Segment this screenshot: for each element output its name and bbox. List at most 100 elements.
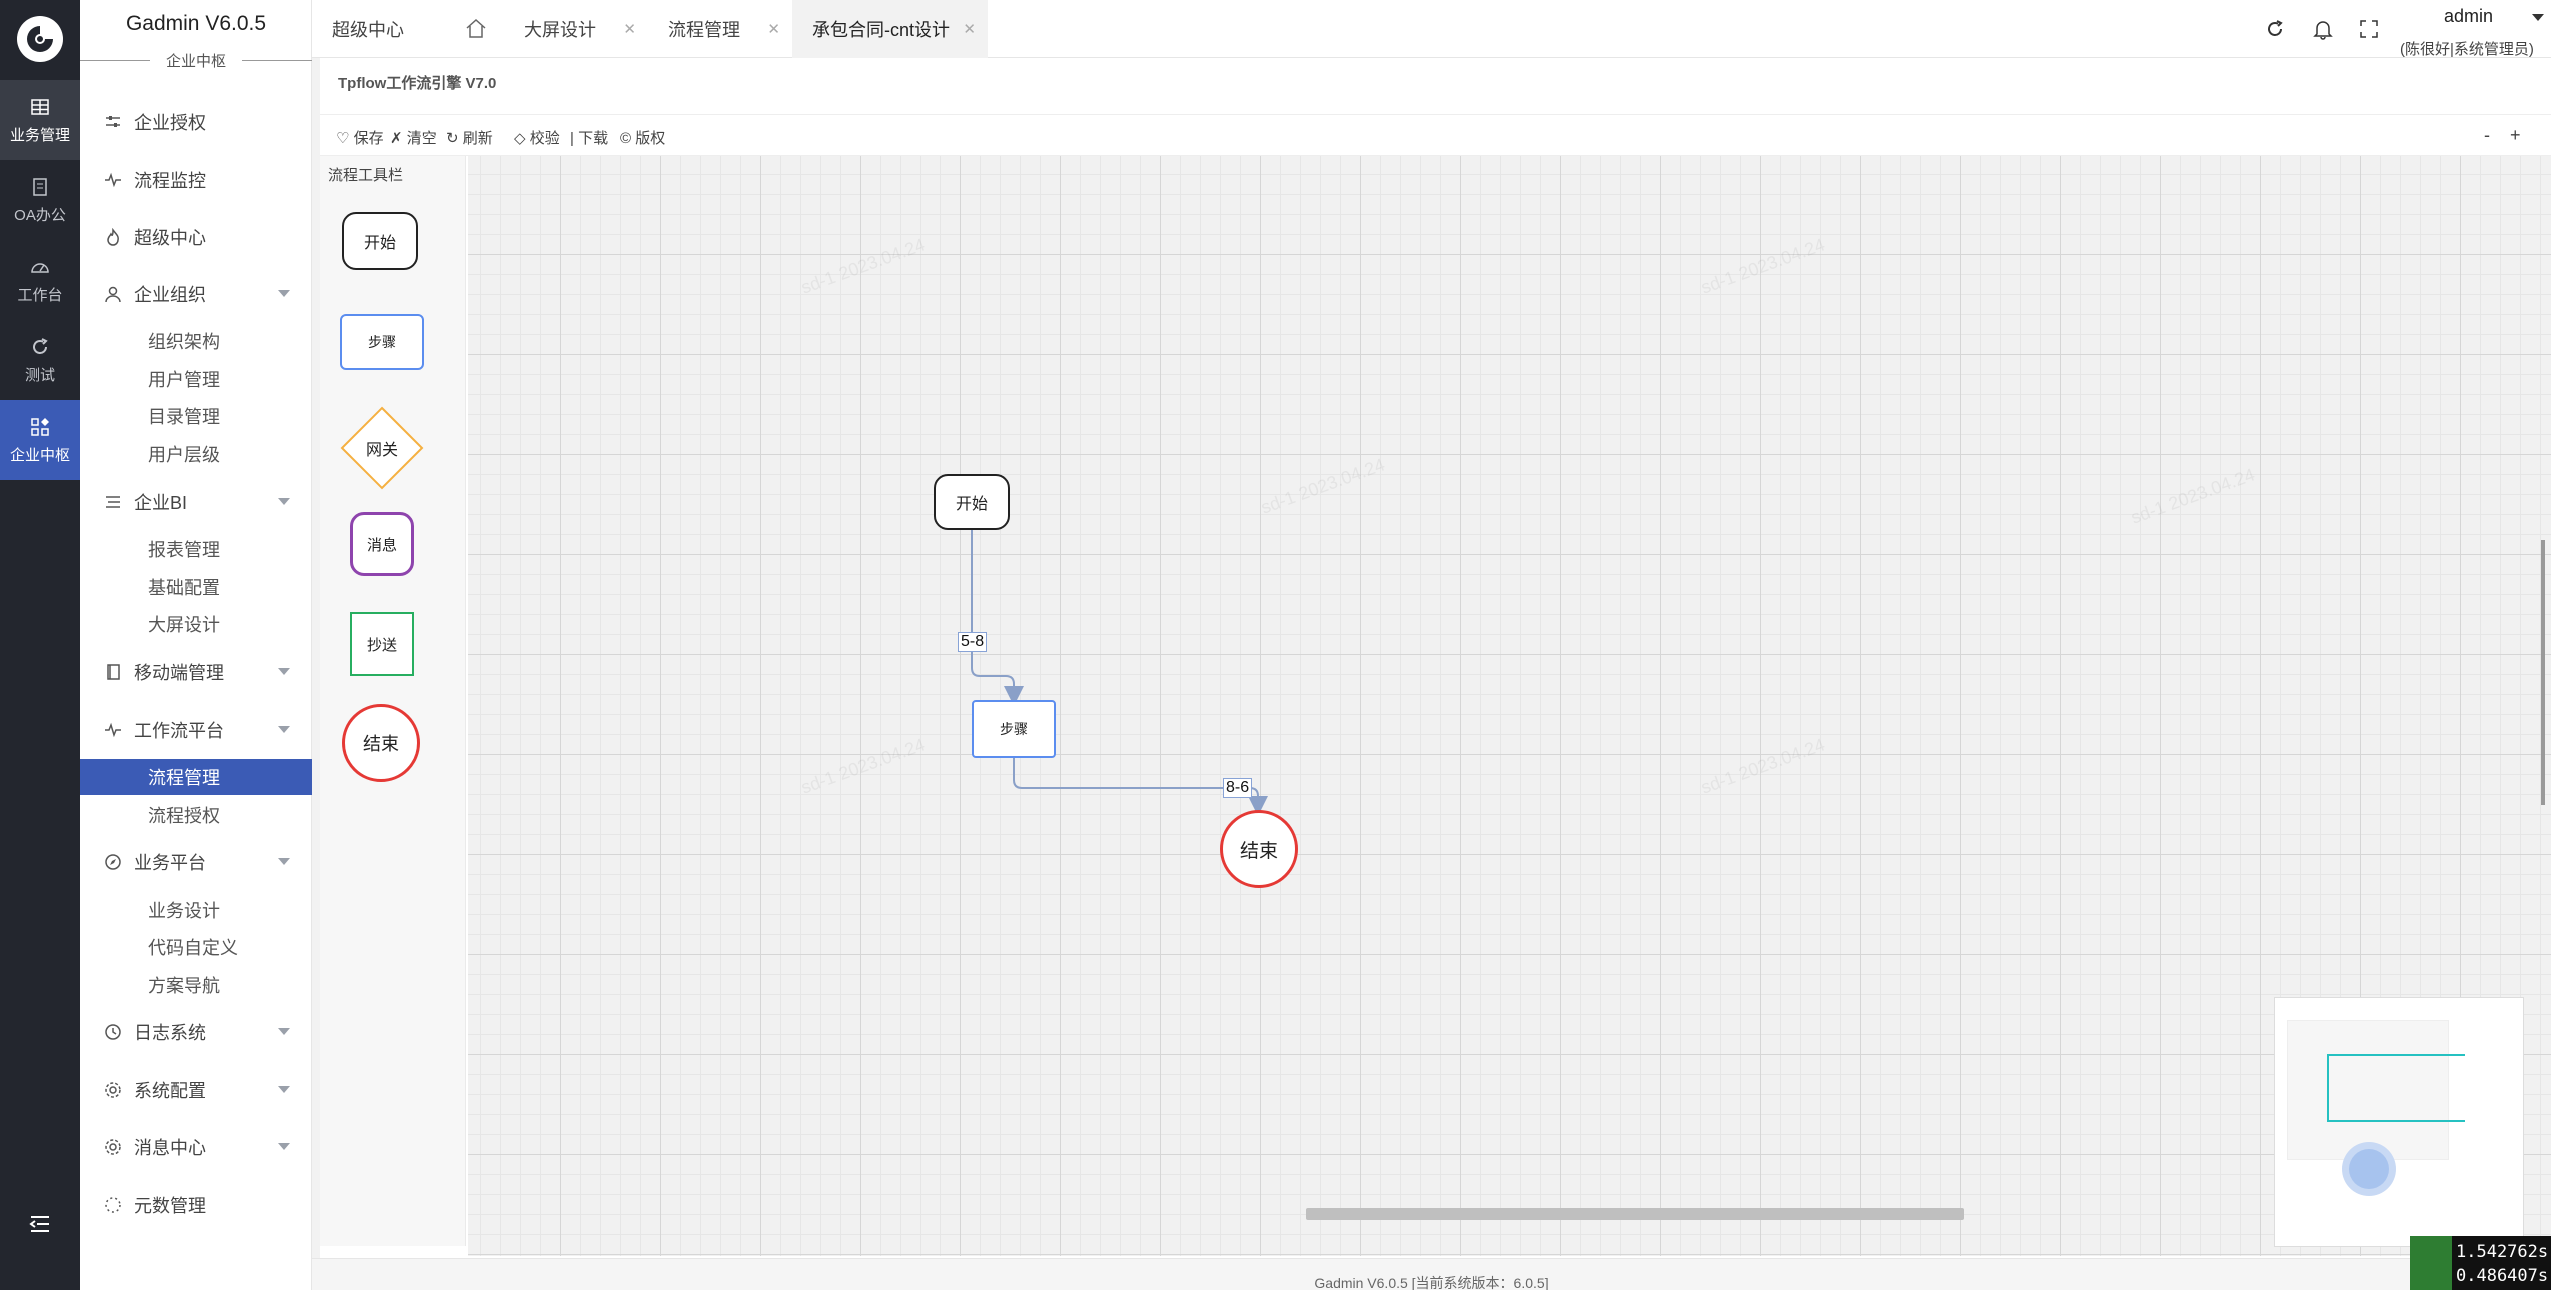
nav-enterprise-org[interactable]: 企业组织 [80, 274, 312, 314]
gear-icon [105, 1139, 121, 1155]
tab-label: 大屏设计 [524, 20, 596, 40]
nav-user-levels[interactable]: 用户层级 [80, 436, 312, 472]
palette-end[interactable]: 结束 [342, 704, 420, 782]
zoom-out-button[interactable]: - [2484, 125, 2490, 146]
tab-super-center[interactable]: 超级中心 [312, 0, 452, 58]
minimap-viewport[interactable] [2327, 1054, 2465, 1122]
nav-bigscreen-design[interactable]: 大屏设计 [80, 606, 312, 642]
book-icon [107, 664, 120, 680]
nav-workflow-platform[interactable]: 工作流平台 [80, 710, 312, 750]
rail-item-oa[interactable]: OA办公 [0, 160, 80, 240]
chevron-down-icon [278, 1143, 290, 1150]
pulse-icon [105, 722, 121, 738]
minimap[interactable] [2274, 997, 2524, 1247]
chevron-down-icon [278, 1086, 290, 1093]
nav-solution-navigation[interactable]: 方案导航 [80, 967, 312, 1003]
user-name[interactable]: admin [2444, 6, 2493, 27]
chevron-down-icon [278, 1028, 290, 1035]
nav-report-management[interactable]: 报表管理 [80, 531, 312, 567]
fullscreen-icon[interactable] [2358, 18, 2380, 40]
tab-bar: 超级中心 大屏设计 ✕ 流程管理 ✕ 承包合同-cnt设计 ✕ [312, 0, 2551, 58]
nav-business-platform[interactable]: 业务平台 [80, 842, 312, 882]
menu-collapse-icon[interactable] [28, 1212, 52, 1236]
validate-button[interactable]: ◇ 校验 [514, 127, 560, 148]
nav-directory-management[interactable]: 目录管理 [80, 398, 312, 434]
gear-icon [105, 1082, 121, 1098]
rail-item-workbench[interactable]: 工作台 [0, 240, 80, 320]
close-icon[interactable]: ✕ [963, 20, 976, 38]
nav-enterprise-bi[interactable]: 企业BI [80, 482, 312, 522]
nav-custom-code[interactable]: 代码自定义 [80, 929, 312, 965]
edge-label[interactable]: 8-6 [1223, 778, 1253, 798]
nav-user-management[interactable]: 用户管理 [80, 361, 312, 397]
flow-node-start[interactable]: 开始 [934, 474, 1010, 530]
home-icon[interactable] [464, 17, 488, 41]
nav-process-authorization[interactable]: 流程授权 [80, 797, 312, 833]
save-button[interactable]: ♡ 保存 [336, 127, 384, 148]
nav-super-center[interactable]: 超级中心 [80, 217, 312, 257]
close-icon[interactable]: ✕ [767, 20, 780, 38]
edge-label[interactable]: 5-8 [958, 632, 988, 652]
bell-icon[interactable] [2312, 18, 2334, 40]
nav-log-system[interactable]: 日志系统 [80, 1012, 312, 1052]
loading-icon [105, 1197, 121, 1213]
nav-base-config[interactable]: 基础配置 [80, 569, 312, 605]
nav-enterprise-auth[interactable]: 企业授权 [80, 102, 312, 142]
palette-label: 网关 [365, 442, 398, 459]
rail-item-label: 业务管理 [9, 126, 70, 144]
download-button[interactable]: | 下载 [570, 127, 608, 148]
flow-edge-start-step[interactable] [971, 528, 1024, 706]
designer-toolbar: ♡ 保存 ✗ 清空 ↻ 刷新 ◇ 校验 | 下载 © 版权 - + [320, 114, 2551, 156]
tab-bigscreen-design[interactable]: 大屏设计 ✕ [504, 0, 648, 58]
engine-title: Tpflow工作流引擎 V7.0 [338, 75, 497, 92]
close-icon[interactable]: ✕ [623, 20, 636, 38]
user-icon [105, 286, 121, 303]
palette-gateway[interactable]: 网关 [340, 406, 424, 490]
nav-mobile-management[interactable]: 移动端管理 [80, 652, 312, 692]
refresh-button[interactable]: ↻ 刷新 [446, 127, 493, 148]
palette-message[interactable]: 消息 [350, 512, 414, 576]
palette-step[interactable]: 步骤 [340, 314, 424, 370]
chevron-down-icon [278, 858, 290, 865]
nav-process-management[interactable]: 流程管理 [80, 759, 312, 795]
flow-node-end[interactable]: 结束 [1220, 810, 1298, 888]
palette-start[interactable]: 开始 [342, 212, 418, 270]
rail-item-label: 企业中枢 [9, 446, 70, 464]
nav-label: 代码自定义 [148, 938, 238, 958]
nav-label: 元数管理 [134, 1196, 206, 1216]
chevron-down-icon [278, 668, 290, 675]
flow-canvas[interactable]: sd-1 2023.04.24 sd-1 2023.04.24 sd-1 202… [468, 156, 2551, 1256]
nav-system-config[interactable]: 系统配置 [80, 1070, 312, 1110]
zoom-in-button[interactable]: + [2510, 125, 2521, 146]
nav-org-structure[interactable]: 组织架构 [80, 323, 312, 359]
horizontal-scrollbar[interactable] [1306, 1208, 1964, 1220]
flow-edge-step-end[interactable] [1013, 756, 1268, 816]
palette-label: 步骤 [368, 334, 396, 350]
user-role: (陈很好|系统管理员) [2400, 41, 2534, 58]
app-logo[interactable] [17, 16, 63, 62]
nav-label: 用户管理 [148, 370, 220, 390]
nav-label: 流程管理 [148, 768, 220, 788]
flow-node-step[interactable]: 步骤 [972, 700, 1056, 758]
tab-process-management[interactable]: 流程管理 ✕ [648, 0, 792, 58]
nav-label: 企业组织 [134, 285, 206, 305]
nav-message-center[interactable]: 消息中心 [80, 1127, 312, 1167]
vertical-scrollbar[interactable] [2541, 540, 2545, 805]
minimap-handle[interactable] [2342, 1142, 2396, 1196]
rail-item-business[interactable]: 业务管理 [0, 80, 80, 160]
rail-item-enterprise-hub[interactable]: 企业中枢 [0, 400, 80, 480]
logo-icon [27, 26, 53, 52]
nav-metadata-management[interactable]: 元数管理 [80, 1185, 312, 1225]
perf-badge: 1.542762s 0.486407s [2410, 1236, 2551, 1290]
nav-label: 方案导航 [148, 976, 220, 996]
chevron-down-icon[interactable] [2532, 14, 2544, 21]
nav-process-monitor[interactable]: 流程监控 [80, 160, 312, 200]
reload-icon[interactable] [2264, 18, 2286, 40]
copyright-button[interactable]: © 版权 [620, 127, 665, 148]
node-palette: 流程工具栏 开始 步骤 网关 消息 抄送 结束 [320, 156, 466, 1246]
palette-copy[interactable]: 抄送 [350, 612, 414, 676]
tab-contract-design[interactable]: 承包合同-cnt设计 ✕ [792, 0, 988, 58]
nav-business-design[interactable]: 业务设计 [80, 892, 312, 928]
rail-item-test[interactable]: 测试 [0, 320, 80, 400]
clear-button[interactable]: ✗ 清空 [390, 127, 437, 148]
